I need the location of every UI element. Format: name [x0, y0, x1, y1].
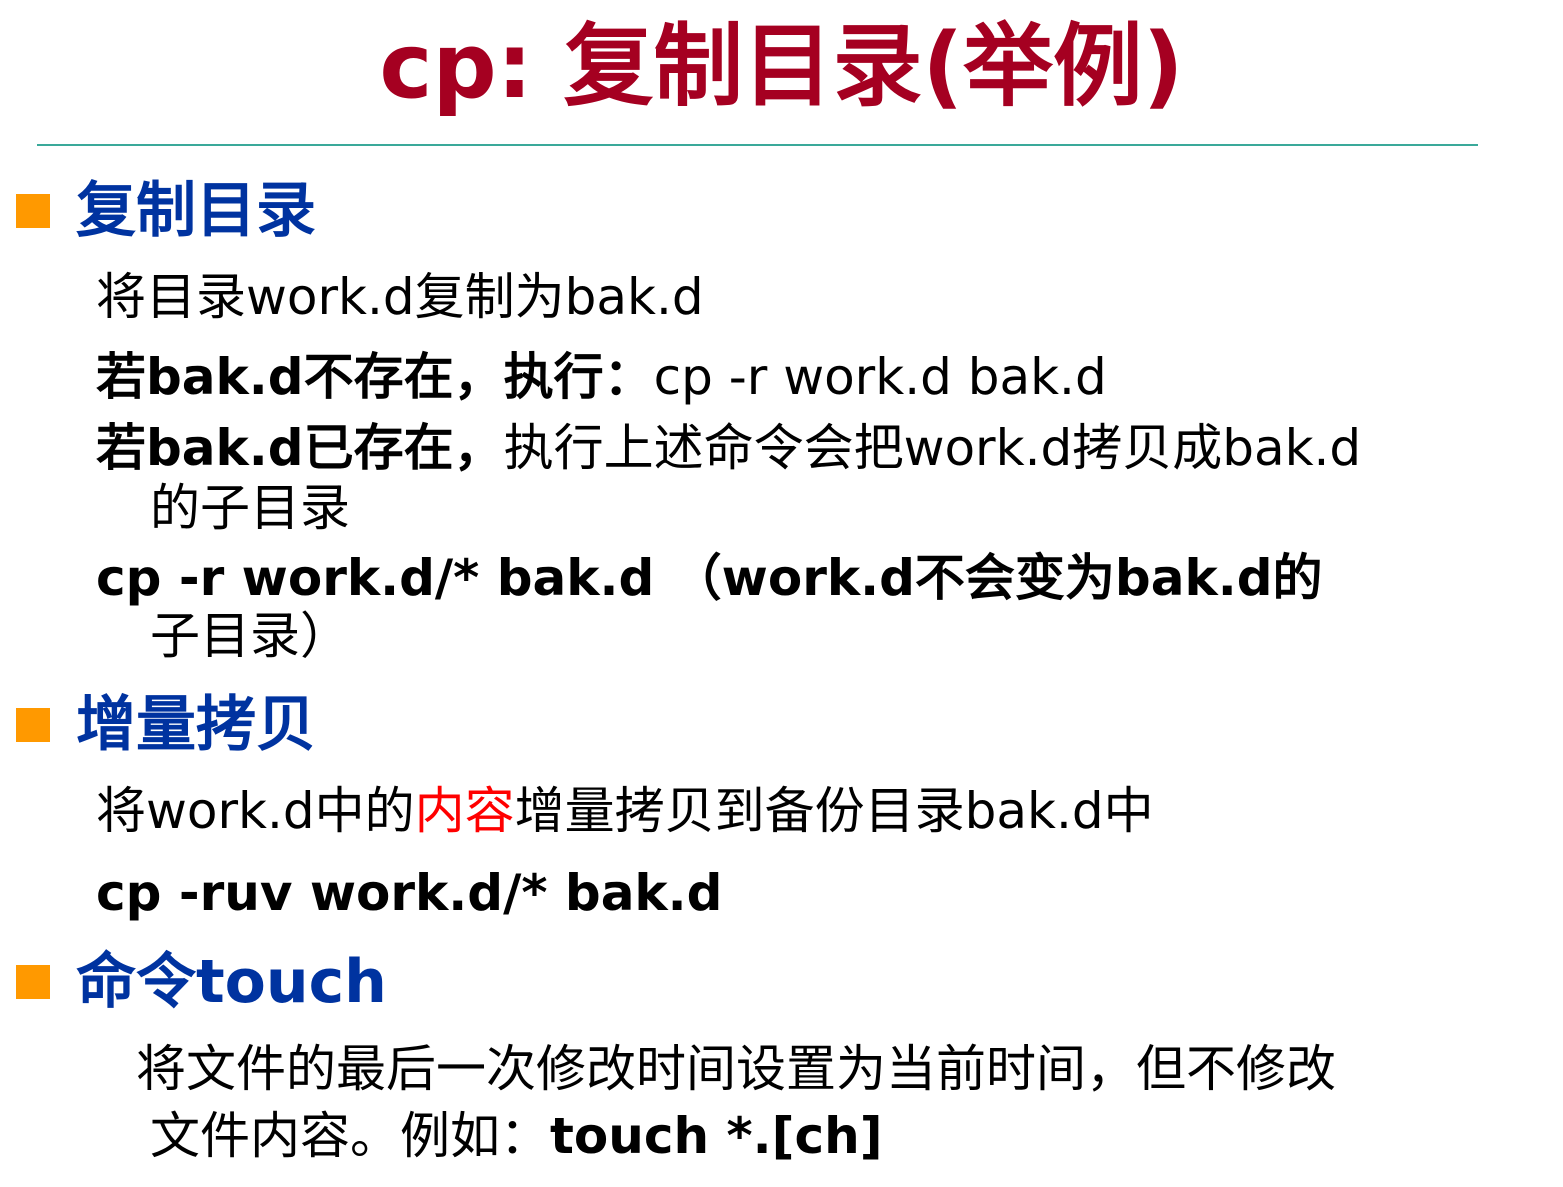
- slide-title: cp: 复制目录(举例): [379, 15, 1184, 119]
- incremental-description: 将work.d中的内容增量拷贝到备份目录bak.d中: [96, 780, 1154, 842]
- touch-description: 将文件的最后一次修改时间设置为当前时间，但不修改: [136, 1040, 1336, 1098]
- case-not-exist-command: cp -r work.d bak.d: [653, 348, 1107, 406]
- copy-dir-wildcard-command: cp -r work.d/* bak.d （work.d不会变为bak.d的: [96, 549, 1323, 607]
- section-heading-incremental: 增量拷贝: [76, 690, 316, 760]
- copy-dir-wildcard-cont: 子目录）: [150, 607, 350, 665]
- touch-example-command: touch *.[ch]: [550, 1107, 883, 1165]
- incremental-command: cp -ruv work.d/* bak.d: [96, 864, 723, 922]
- bullet-square-icon: [16, 194, 50, 228]
- section-heading-copy-dir: 复制目录: [76, 176, 316, 246]
- copy-dir-case-exists: 若bak.d已存在，执行上述命令会把work.d拷贝成bak.d: [96, 417, 1361, 479]
- copy-dir-case-not-exist: 若bak.d不存在，执行：cp -r work.d bak.d: [96, 346, 1107, 408]
- touch-example-label: 文件内容。例如：: [150, 1107, 550, 1165]
- title-divider: [37, 144, 1478, 146]
- bullet-square-icon: [16, 965, 50, 999]
- case-not-exist-label: 若bak.d不存在，执行：: [96, 348, 654, 406]
- section-heading-touch: 命令touch: [76, 947, 387, 1017]
- incremental-desc-highlight: 内容: [414, 782, 515, 840]
- case-exists-label: 若bak.d已存在，: [96, 419, 504, 477]
- copy-dir-case-exists-cont: 的子目录: [150, 479, 350, 537]
- case-exists-text: 执行上述命令会把work.d拷贝成bak.d: [503, 419, 1362, 477]
- incremental-desc-after: 增量拷贝到备份目录bak.d中: [514, 782, 1154, 840]
- copy-dir-description: 将目录work.d复制为bak.d: [96, 268, 704, 326]
- touch-description-cont: 文件内容。例如：touch *.[ch]: [150, 1105, 883, 1167]
- bullet-square-icon: [16, 708, 50, 742]
- incremental-desc-before: 将work.d中的: [96, 782, 415, 840]
